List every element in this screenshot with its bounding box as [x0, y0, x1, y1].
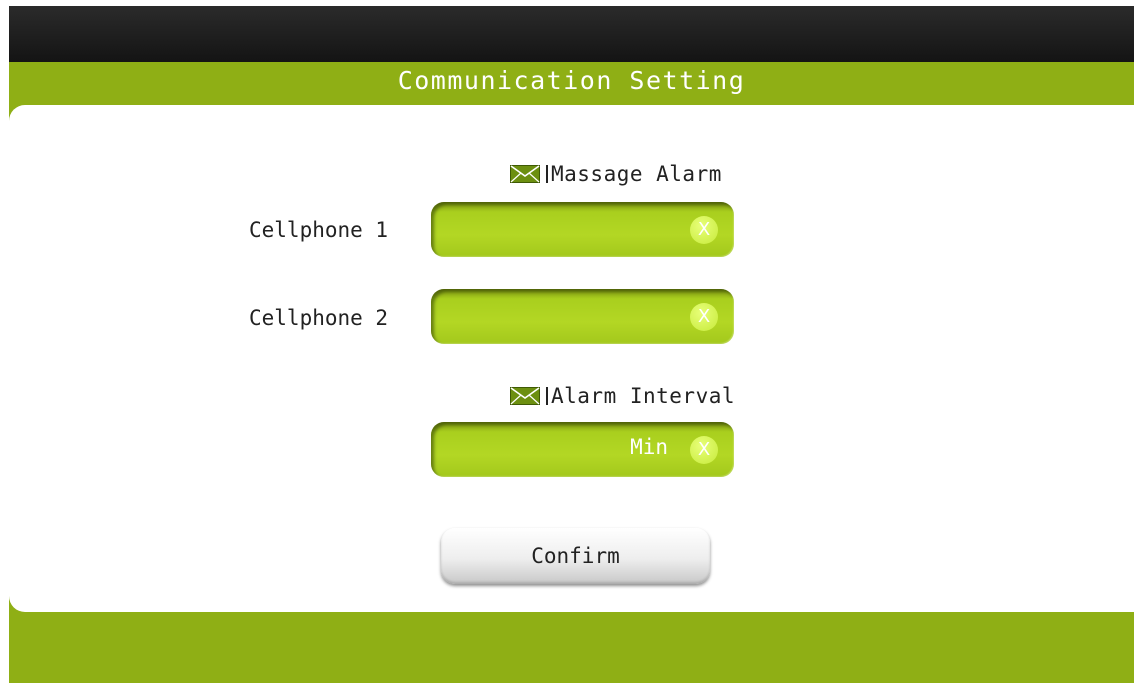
top-status-bar [9, 6, 1134, 62]
envelope-icon [510, 165, 540, 183]
cellphone-2-label: Cellphone 2 [249, 306, 389, 330]
settings-panel: Massage Alarm Cellphone 1 X Cellphone 2 … [9, 105, 1134, 612]
cellphone-2-input[interactable]: X [431, 289, 734, 344]
envelope-icon [510, 387, 540, 405]
heading-separator [546, 387, 548, 405]
cellphone-1-label: Cellphone 1 [249, 218, 389, 242]
heading-separator [546, 165, 548, 183]
alarm-interval-heading: Alarm Interval [510, 384, 735, 408]
message-alarm-heading: Massage Alarm [510, 162, 722, 186]
cellphone-1-input[interactable]: X [431, 202, 734, 257]
alarm-interval-clear-button[interactable]: X [690, 436, 718, 464]
alarm-interval-heading-label: Alarm Interval [551, 384, 736, 408]
message-alarm-heading-label: Massage Alarm [551, 162, 722, 186]
alarm-interval-input[interactable]: Min X [431, 422, 734, 477]
cellphone-2-clear-button[interactable]: X [690, 303, 718, 331]
bottom-bar [9, 612, 1134, 683]
title-bar: Communication Setting [9, 62, 1134, 106]
alarm-interval-unit: Min [630, 435, 668, 459]
cellphone-1-clear-button[interactable]: X [690, 216, 718, 244]
device-screen: Communication Setting Massage Alarm Cell… [9, 6, 1134, 683]
confirm-button[interactable]: Confirm [441, 528, 710, 584]
page-title: Communication Setting [397, 66, 746, 95]
